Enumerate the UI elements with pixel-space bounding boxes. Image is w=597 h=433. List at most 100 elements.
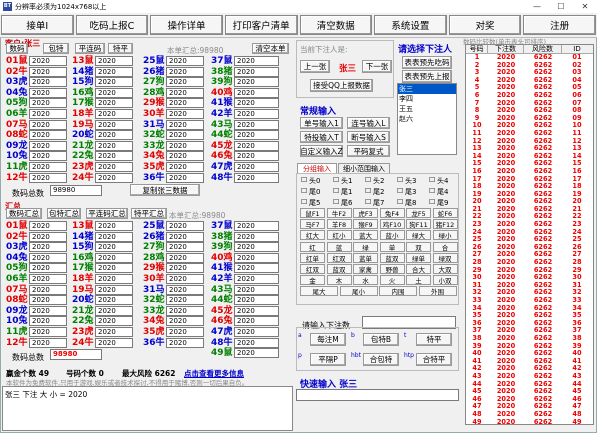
bet-cell[interactable]: 2020 (234, 109, 279, 119)
zodiac-number[interactable]: 37鼠 (211, 56, 233, 67)
zodiac-number[interactable]: 32蛇 (143, 130, 165, 141)
special-input-button[interactable]: 特投输入T (300, 131, 343, 143)
zodiac-number[interactable]: 47虎 (211, 327, 233, 338)
zodiac-number[interactable]: 42羊 (211, 109, 233, 120)
zodiac-number[interactable]: 12牛 (6, 338, 28, 349)
bet-cell[interactable]: 2020 (234, 221, 279, 231)
animal-option-button[interactable]: 绿小 (432, 230, 458, 241)
zodiac-number[interactable]: 49鼠 (211, 348, 233, 359)
bet-cell[interactable]: 2020 (29, 130, 67, 141)
zodiac-number[interactable]: 17猴 (72, 98, 94, 109)
animal-option-button[interactable]: 鸡F10 (379, 219, 405, 230)
bet-cell[interactable]: 2020 (95, 337, 133, 348)
bet-cell[interactable]: 2020 (29, 66, 67, 77)
checkbox[interactable]: ☐ (365, 176, 371, 184)
bet-cell[interactable]: 2020 (234, 252, 279, 263)
animal-option-button[interactable]: 木 (326, 275, 352, 286)
prev-bettor-button[interactable]: 上一张 (300, 60, 330, 73)
bet-cell[interactable]: 2020 (234, 56, 279, 66)
bet-cell[interactable]: 2020 (166, 337, 204, 348)
bet-cell[interactable]: 2020 (29, 162, 67, 172)
animal-option-button[interactable]: 家禽 (353, 264, 378, 274)
animal-option-button[interactable]: 金 (300, 275, 325, 286)
single-input-button[interactable]: 单号输入1 (300, 117, 343, 129)
bet-cell[interactable]: 2020 (95, 284, 133, 295)
zodiac-number[interactable]: 29猴 (143, 263, 165, 274)
zodiac-number[interactable]: 05狗 (6, 98, 28, 109)
bet-cell[interactable]: 2020 (29, 252, 67, 263)
zodiac-number[interactable]: 25鼠 (143, 221, 165, 232)
bet-cell[interactable]: 2020 (166, 151, 204, 162)
zodiac-number[interactable]: 05狗 (6, 263, 28, 274)
bet-cell[interactable]: 2020 (95, 231, 133, 242)
zodiac-number[interactable]: 37鼠 (211, 221, 233, 232)
zodiac-number[interactable]: 26猪 (143, 67, 165, 78)
animal-option-button[interactable]: 蓝单 (353, 252, 378, 263)
animal-option-button[interactable]: 绿双 (432, 252, 458, 263)
zodiac-number[interactable]: 31马 (143, 285, 165, 296)
receive-qq-button[interactable]: 接受QQ上报数据 (310, 79, 373, 92)
zodiac-number[interactable]: 31马 (143, 120, 165, 131)
zodiac-number[interactable]: 19马 (72, 285, 94, 296)
group-option[interactable]: 头0 (309, 176, 320, 186)
animal-option-button[interactable]: 蛇F6 (432, 208, 458, 218)
bet-type-button[interactable]: 每注M (310, 333, 346, 346)
bet-cell[interactable]: 2020 (234, 348, 279, 359)
bet-cell[interactable]: 2020 (95, 56, 133, 66)
bet-cell[interactable]: 2020 (29, 274, 67, 284)
menu-take-order[interactable]: 接单I (1, 15, 74, 35)
bet-cell[interactable]: 2020 (29, 327, 67, 337)
zodiac-number[interactable]: 22兔 (72, 316, 94, 327)
bet-cell[interactable]: 2020 (166, 98, 204, 109)
bet-cell[interactable]: 2020 (234, 231, 279, 242)
bettor-item[interactable]: 王五 (398, 104, 456, 114)
bet-cell[interactable]: 2020 (234, 274, 279, 284)
bet-cell[interactable]: 2020 (166, 109, 204, 119)
group-option[interactable]: 头3 (405, 176, 416, 186)
checkbox[interactable]: ☐ (397, 198, 403, 206)
animal-option-button[interactable]: 合大 (406, 264, 431, 274)
bet-cell[interactable]: 2020 (95, 140, 133, 151)
bet-cell[interactable]: 2020 (29, 305, 67, 316)
zodiac-number[interactable]: 24牛 (72, 338, 94, 349)
group-option[interactable]: 尾6 (341, 198, 352, 208)
checkbox[interactable]: ☐ (333, 198, 339, 206)
bet-type-button[interactable]: 平隔P (310, 353, 346, 366)
zodiac-number[interactable]: 14猪 (72, 232, 94, 243)
copy-data-button[interactable]: 复制张三数据 (130, 184, 200, 196)
zodiac-number[interactable]: 01鼠 (6, 221, 28, 232)
col-bet[interactable]: 下注数 (488, 45, 524, 53)
clear-order-button[interactable]: 清空本单 (252, 43, 289, 54)
header-digit[interactable]: 数码 (6, 43, 28, 54)
animal-option-button[interactable]: 绿大 (406, 230, 431, 241)
zodiac-number[interactable]: 38猪 (211, 67, 233, 78)
bet-cell[interactable]: 2020 (234, 66, 279, 77)
zodiac-number[interactable]: 36牛 (143, 173, 165, 184)
bet-cell[interactable]: 2020 (234, 327, 279, 337)
bet-cell[interactable]: 2020 (166, 130, 204, 141)
zodiac-number[interactable]: 11虎 (6, 162, 28, 173)
zodiac-number[interactable]: 34兔 (143, 316, 165, 327)
header-digit-sum[interactable]: 数码汇总 (6, 208, 42, 219)
checkbox[interactable]: ☐ (301, 187, 307, 195)
animal-option-button[interactable]: 大双 (432, 264, 458, 274)
bet-cell[interactable]: 2020 (95, 98, 133, 109)
zodiac-number[interactable]: 06羊 (6, 274, 28, 285)
animal-option-button[interactable]: 红小 (326, 230, 352, 241)
bet-cell[interactable]: 2020 (95, 109, 133, 119)
col-id[interactable]: ID (562, 45, 592, 53)
animal-option-button[interactable]: 水 (353, 275, 378, 286)
zodiac-number[interactable]: 20蛇 (72, 130, 94, 141)
menu-register[interactable]: 注册 (523, 15, 596, 35)
bet-cell[interactable]: 2020 (234, 242, 279, 253)
bet-cell[interactable]: 2020 (29, 87, 67, 98)
zodiac-number[interactable]: 43马 (211, 285, 233, 296)
zodiac-number[interactable]: 10兔 (6, 151, 28, 162)
menu-prize-check[interactable]: 对奖 (448, 15, 522, 35)
checkbox[interactable]: ☐ (333, 176, 339, 184)
quick-input-field[interactable] (296, 389, 459, 401)
group-option[interactable]: 尾3 (405, 187, 416, 197)
zodiac-number[interactable]: 23虎 (72, 162, 94, 173)
bet-cell[interactable]: 2020 (166, 56, 204, 66)
animal-option-button[interactable]: 马F7 (300, 219, 325, 230)
